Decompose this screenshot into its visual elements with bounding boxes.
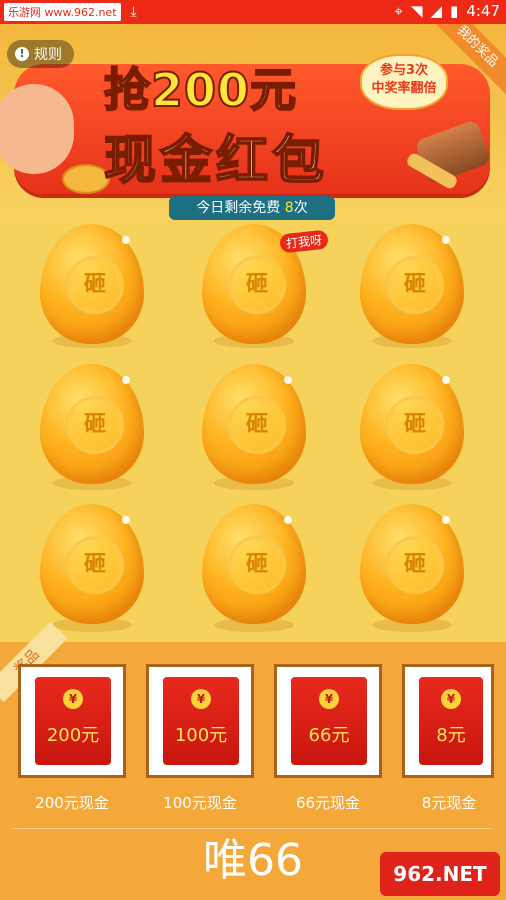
prize-amount: 100元 — [174, 725, 228, 746]
prize-amount: 66元 — [308, 725, 350, 746]
sparkle-icon — [122, 236, 130, 244]
location-icon: ⌖ — [394, 2, 403, 20]
red-envelope-icon: ¥ 8元 — [419, 677, 483, 765]
sparkle-icon — [442, 516, 450, 524]
free-count: 8 — [284, 200, 294, 216]
prize-section: 奖品 ¥ 200元 ¥ 100元 ¥ 66元 ¥ 8元 200元现金 100元现… — [0, 621, 506, 900]
wifi-icon: ◥ — [410, 2, 423, 20]
prize-amount: 200元 — [46, 725, 100, 746]
yen-icon: ¥ — [191, 689, 211, 709]
golden-egg-8[interactable]: 砸 — [202, 504, 306, 624]
odds-bubble: 参与3次 中奖率翻倍 — [360, 54, 448, 110]
sparkle-icon — [442, 236, 450, 244]
rules-button[interactable]: ! 规则 — [7, 40, 74, 68]
red-envelope-icon: ¥ 100元 — [163, 677, 239, 765]
headline-line2: 现金红包 — [103, 130, 329, 192]
status-bar: 乐游网 www.962.net ⤓ ⌖ ◥ ◢ ▮ 4:47 — [0, 0, 506, 24]
golden-egg-5[interactable]: 砸 — [202, 364, 306, 484]
bubble-line1: 参与3次 — [379, 63, 429, 78]
prize-label: 200元现金 — [35, 794, 109, 812]
prize-card-4[interactable]: ¥ 8元 — [402, 664, 494, 778]
status-time: 4:47 — [466, 2, 500, 20]
golden-egg-9[interactable]: 砸 — [360, 504, 464, 624]
sparkle-icon — [284, 376, 292, 384]
smash-badge: 砸 — [228, 256, 286, 314]
headline-line1: 抢200元 — [103, 54, 298, 120]
prize-amount: 8元 — [436, 725, 466, 746]
coin-illustration — [62, 164, 110, 194]
golden-egg-1[interactable]: 砸 — [40, 224, 144, 344]
prize-card-2[interactable]: ¥ 100元 — [146, 664, 254, 778]
prize-label: 66元现金 — [295, 794, 361, 812]
info-icon: ! — [15, 47, 29, 61]
bubble-line2: 中奖率翻倍 — [371, 81, 437, 96]
smash-badge: 砸 — [386, 396, 444, 454]
smash-badge: 砸 — [66, 536, 124, 594]
smash-badge: 砸 — [228, 396, 286, 454]
promo-banner: ! 规则 抢200元 现金红包 参与3次 中奖率翻倍 我的奖品 今日剩余免费 8… — [0, 24, 506, 220]
free-prefix: 今日剩余免费 — [196, 200, 281, 216]
yen-icon: ¥ — [63, 689, 83, 709]
prize-card-3[interactable]: ¥ 66元 — [274, 664, 382, 778]
golden-egg-6[interactable]: 砸 — [360, 364, 464, 484]
sparkle-icon — [122, 516, 130, 524]
smash-badge: 砸 — [66, 256, 124, 314]
yen-icon: ¥ — [441, 689, 461, 709]
free-suffix: 次 — [293, 200, 308, 216]
smash-badge: 砸 — [386, 256, 444, 314]
egg-grid: 砸 砸 砸 砸 砸 砸 砸 砸 砸 — [0, 220, 506, 642]
watermark-text: 乐游网 www.962.net — [4, 3, 121, 21]
golden-egg-3[interactable]: 砸 — [360, 224, 464, 344]
free-count-pill: 今日剩余免费 8次 — [169, 196, 335, 220]
fist-illustration — [0, 84, 74, 174]
download-icon: ⤓ — [130, 4, 137, 20]
red-envelope-icon: ¥ 66元 — [291, 677, 367, 765]
prize-label: 8元现金 — [421, 794, 477, 812]
logo-text: 962.NET — [393, 862, 487, 886]
golden-egg-4[interactable]: 砸 — [40, 364, 144, 484]
sparkle-icon — [442, 376, 450, 384]
site-logo: 962.NET — [380, 852, 500, 896]
sparkle-icon — [122, 376, 130, 384]
headline-amount: 200元 — [150, 62, 298, 118]
signal-icon: ◢ — [430, 2, 443, 20]
smash-badge: 砸 — [66, 396, 124, 454]
battery-icon: ▮ — [450, 2, 459, 20]
smash-badge: 砸 — [386, 536, 444, 594]
sparkle-icon — [284, 516, 292, 524]
prize-label: 100元现金 — [163, 794, 237, 812]
yen-icon: ¥ — [319, 689, 339, 709]
prize-card-1[interactable]: ¥ 200元 — [18, 664, 126, 778]
golden-egg-7[interactable]: 砸 — [40, 504, 144, 624]
smash-badge: 砸 — [228, 536, 286, 594]
red-envelope-icon: ¥ 200元 — [35, 677, 111, 765]
rules-label: 规则 — [34, 47, 62, 63]
headline-prefix: 抢 — [103, 62, 151, 118]
